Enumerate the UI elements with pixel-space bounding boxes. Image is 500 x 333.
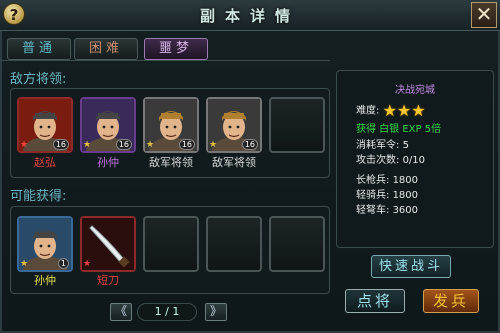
star-icon: ★ (411, 101, 426, 120)
cost-label: 消耗军令: (356, 140, 400, 151)
tab-hard[interactable]: 困难 (74, 38, 138, 60)
level-badge: 16 (178, 139, 195, 150)
troop-row: 轻骑兵: 1800 (356, 186, 418, 201)
attempts-row: 攻击次数: 0/10 (356, 151, 425, 166)
enemy-slot[interactable]: ★ 16 (206, 97, 262, 153)
enemy-empty-slot (269, 97, 325, 153)
troop-label: 长枪兵: (356, 175, 390, 186)
enemy-slot[interactable]: ★ 16 (143, 97, 199, 153)
attempts-label: 攻击次数: (356, 155, 400, 166)
star-icon: ★ (396, 101, 412, 120)
troop-value: 3600 (392, 205, 419, 216)
difficulty-label: 难度: (356, 105, 380, 117)
rank-icon: ★ (146, 140, 155, 150)
cost-value: 5 (402, 140, 409, 151)
reward-empty-slot (269, 216, 325, 272)
reward-section-label: 可能获得: (10, 189, 67, 204)
troop-label: 轻弩车: (356, 205, 390, 216)
close-button[interactable]: ✕ (471, 2, 497, 28)
star-icon: ★ (382, 101, 397, 120)
troop-row: 长枪兵: 1800 (356, 171, 418, 186)
rank-icon: ★ (209, 140, 218, 150)
cost-row: 消耗军令: 5 (356, 136, 409, 151)
enemy-slot[interactable]: ★ 16 (17, 97, 73, 153)
dialog-title: 副本详情 (199, 7, 300, 25)
page-indicator: 1 / 1 (137, 303, 197, 321)
rank-icon: ★ (83, 140, 92, 150)
enemy-name: 赵弘 (34, 156, 56, 169)
enemy-slot[interactable]: ★ 16 (80, 97, 136, 153)
difficulty-row: 难度: ★★★ (356, 101, 426, 120)
rank-icon: ★ (20, 259, 29, 269)
reward-name: 孙仲 (34, 274, 56, 287)
level-badge: 16 (115, 139, 132, 150)
rank-icon: ★ (83, 259, 92, 269)
enemy-name: 敌军将领 (149, 156, 193, 169)
tab-normal[interactable]: 普通 (7, 38, 71, 60)
troop-value: 1800 (392, 190, 419, 201)
stage-name: 决战宛城 (395, 85, 435, 96)
level-badge: 16 (241, 139, 258, 150)
reward-empty-slot (143, 216, 199, 272)
reward-slot[interactable]: ★ 1 (17, 216, 73, 272)
difficulty-stars: ★★★ (383, 101, 426, 120)
send-troops-button[interactable]: 发兵 (423, 289, 479, 313)
stage-info-panel: 决战宛城 难度: ★★★ 获得 白银 EXP 5倍 消耗军令: 5 攻击次数: … (336, 70, 494, 248)
enemy-section-label: 敌方将领: (10, 72, 67, 87)
enemy-name: 敌军将领 (212, 156, 256, 169)
level-badge: 16 (52, 139, 69, 150)
troop-value: 1800 (392, 175, 419, 186)
rank-icon: ★ (20, 140, 29, 150)
attempts-value: 0/10 (402, 155, 426, 166)
title-bar: ? 副本详情 ✕ (0, 0, 500, 31)
reward-bonus: 获得 白银 EXP 5倍 (356, 124, 442, 135)
level-badge: 1 (57, 258, 69, 269)
reward-name: 短刀 (97, 274, 119, 287)
tab-divider (0, 60, 330, 61)
enemy-name: 孙仲 (97, 156, 119, 169)
reward-slot[interactable]: ★ (80, 216, 136, 272)
next-page-button[interactable]: 》 (205, 303, 227, 321)
reward-empty-slot (206, 216, 262, 272)
troop-label: 轻骑兵: (356, 190, 390, 201)
fast-battle-button[interactable]: 快速战斗 (371, 255, 451, 278)
tab-nightmare[interactable]: 噩梦 (144, 38, 208, 60)
choose-general-button[interactable]: 点将 (345, 289, 405, 313)
troop-row: 轻弩车: 3600 (356, 201, 418, 216)
prev-page-button[interactable]: 《 (110, 303, 132, 321)
